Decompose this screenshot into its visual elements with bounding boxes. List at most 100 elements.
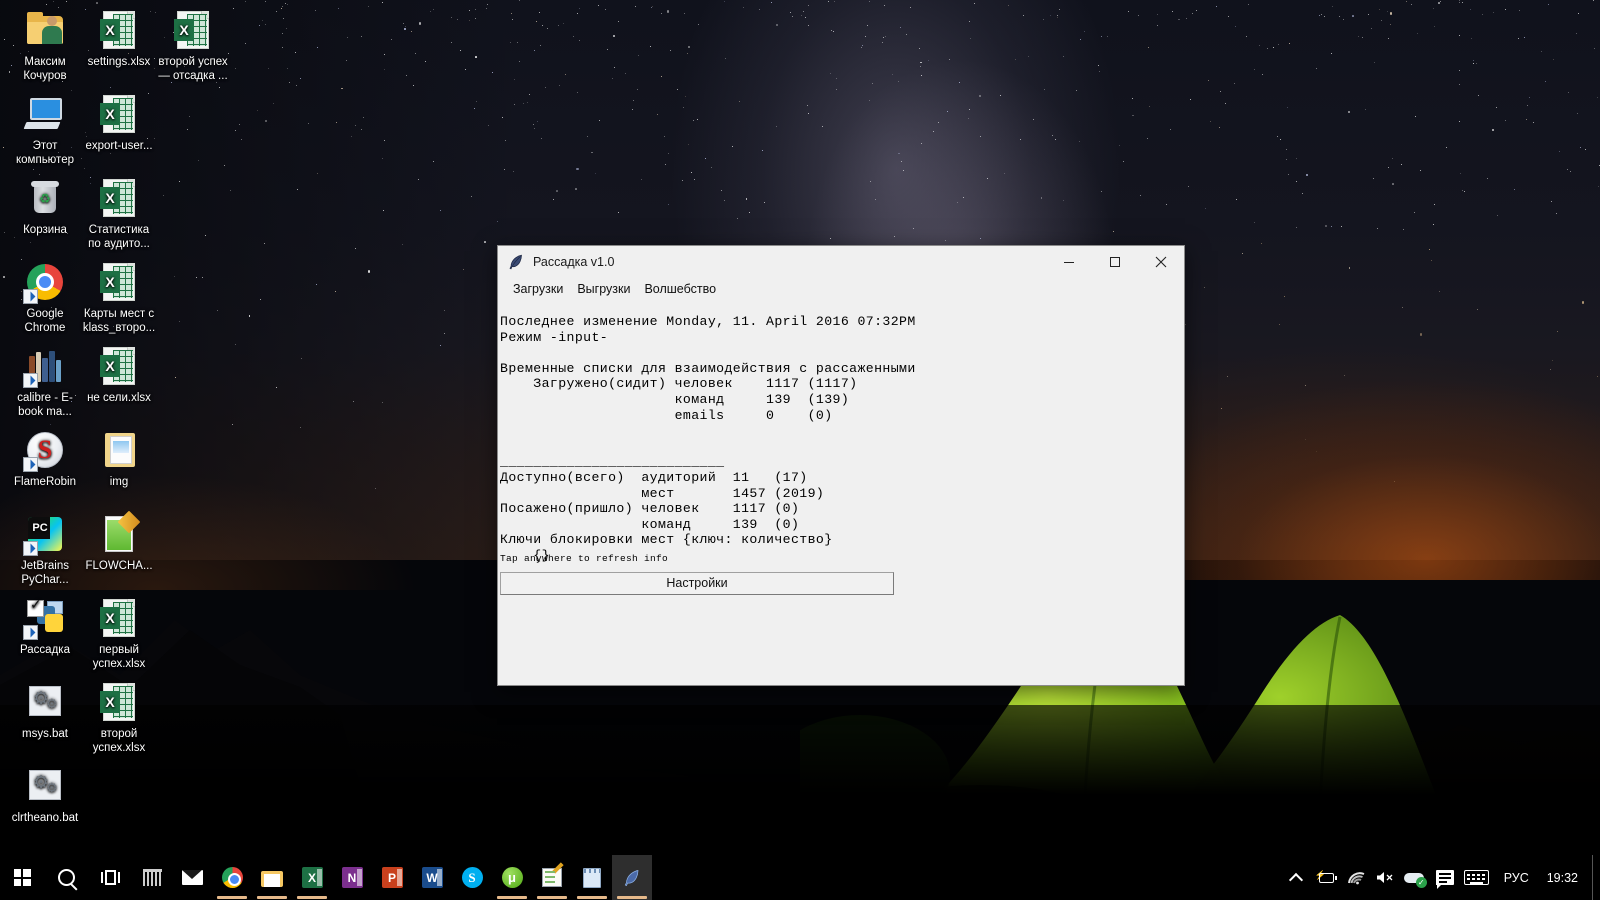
window-menubar: Загрузки Выгрузки Волшебство: [498, 278, 1184, 300]
language-indicator[interactable]: РУС: [1494, 855, 1539, 900]
taskbar-app-powerpoint[interactable]: P: [372, 855, 412, 900]
desktop-icon-2[interactable]: Xвторой успех — отсадка ...: [156, 8, 230, 83]
desktop-icon-10[interactable]: Xне сели.xlsx: [82, 344, 156, 406]
desktop-icon-9[interactable]: calibre - E-book ma...: [8, 344, 82, 419]
desktop-icon-4[interactable]: Xexport-user...: [82, 92, 156, 154]
desktop-icon-15[interactable]: Рассадка: [8, 596, 82, 658]
network-button[interactable]: [1342, 855, 1370, 900]
desktop-icon-label: Корзина: [23, 224, 67, 236]
desktop-icon-label: второй успех — отсадка ...: [158, 56, 228, 82]
desktop-icon-label: FLOWCHA...: [85, 560, 153, 572]
taskbar: X N P W S μ ⚡ ✓ РУС 19:32: [0, 855, 1600, 900]
file-explorer-icon: [261, 869, 283, 887]
chevron-up-icon: [1289, 871, 1303, 885]
taskbar-app-explorer[interactable]: [252, 855, 292, 900]
recycle-bin-icon: ♻: [23, 176, 67, 220]
shortcut-arrow-icon: [23, 541, 38, 556]
taskbar-app-notepadpp[interactable]: [532, 855, 572, 900]
shortcut-arrow-icon: [23, 289, 38, 304]
powerpoint-icon: P: [381, 867, 403, 888]
excel-file-icon: X: [97, 680, 141, 724]
menu-item-zagruzki[interactable]: Загрузки: [506, 281, 570, 297]
taskbar-app-chrome[interactable]: [212, 855, 252, 900]
menu-item-volshebstvo[interactable]: Волшебство: [637, 281, 723, 297]
taskbar-app-store[interactable]: [132, 855, 172, 900]
search-button[interactable]: [44, 855, 88, 900]
taskbar-app-rassadka[interactable]: [612, 855, 652, 900]
desktop-icon-label: Рассадка: [20, 644, 70, 656]
desktop-icon-1[interactable]: Xsettings.xlsx: [82, 8, 156, 70]
batch-file-icon: ⚙ ⚙: [23, 680, 67, 724]
desktop-icon-17[interactable]: ⚙ ⚙ msys.bat: [8, 680, 82, 742]
desktop-icon-label: Карты мест с klass_второ...: [82, 308, 156, 334]
desktop-icon-label: FlameRobin: [14, 476, 76, 488]
chrome-shortcut-icon: [23, 260, 67, 304]
desktop-icon-5[interactable]: ♻ Корзина: [8, 176, 82, 238]
notepadpp-icon: [542, 862, 564, 887]
taskbar-app-excel[interactable]: X: [292, 855, 332, 900]
touch-keyboard-button[interactable]: [1459, 855, 1494, 900]
volume-button[interactable]: [1370, 855, 1399, 900]
taskbar-app-word[interactable]: W: [412, 855, 452, 900]
taskbar-app-mail[interactable]: [172, 855, 212, 900]
word-icon: W: [421, 867, 443, 888]
utorrent-icon: μ: [501, 867, 523, 888]
action-center-button[interactable]: [1431, 855, 1459, 900]
desktop-icon-0[interactable]: Максим Кочуров: [8, 8, 82, 83]
wallpaper-foreground: [0, 705, 1600, 855]
show-hidden-icons-button[interactable]: [1282, 855, 1310, 900]
desktop-icon-7[interactable]: Google Chrome: [8, 260, 82, 335]
desktop-icon-label: первый успех.xlsx: [92, 644, 146, 670]
excel-file-icon: X: [97, 176, 141, 220]
taskbar-app-utorrent[interactable]: μ: [492, 855, 532, 900]
shortcut-arrow-icon: [23, 457, 38, 472]
desktop-icon-19[interactable]: ⚙ ⚙ clrtheano.bat: [8, 764, 82, 826]
taskbar-app-onenote[interactable]: N: [332, 855, 372, 900]
desktop-icon-3[interactable]: Этот компьютер: [8, 92, 82, 167]
battery-charging-icon: ⚡: [1315, 870, 1337, 885]
chrome-icon: [221, 867, 243, 888]
taskbar-app-skype[interactable]: S: [452, 855, 492, 900]
maximize-button[interactable]: [1092, 246, 1138, 278]
start-button[interactable]: [0, 855, 44, 900]
show-desktop-button[interactable]: [1592, 855, 1600, 900]
battery-button[interactable]: ⚡: [1310, 855, 1342, 900]
minimize-button[interactable]: [1046, 246, 1092, 278]
taskbar-app-notepad[interactable]: [572, 855, 612, 900]
settings-button[interactable]: Настройки: [500, 572, 894, 595]
desktop-icon-16[interactable]: Xпервый успех.xlsx: [82, 596, 156, 671]
skype-icon: S: [461, 867, 483, 888]
onedrive-button[interactable]: ✓: [1399, 855, 1431, 900]
desktop-icon-8[interactable]: X Карты мест с klass_второ...: [82, 260, 156, 335]
desktop-icon-label: export-user...: [85, 140, 153, 152]
excel-file-icon: X: [97, 260, 141, 304]
speaker-muted-icon: [1375, 870, 1394, 885]
clock[interactable]: 19:32: [1539, 855, 1592, 900]
task-view-button[interactable]: [88, 855, 132, 900]
desktop-icon-label: img: [109, 476, 129, 488]
onenote-icon: N: [341, 867, 363, 888]
excel-file-icon: X: [97, 92, 141, 136]
menu-item-vygruzki[interactable]: Выгрузки: [570, 281, 637, 297]
desktop-icon-label: Статистика по аудито...: [88, 224, 150, 250]
desktop-icon-14[interactable]: FLOWCHA...: [82, 510, 156, 574]
search-icon: [57, 869, 75, 886]
window-titlebar[interactable]: Рассадка v1.0: [498, 246, 1184, 278]
excel-file-icon: X: [97, 344, 141, 388]
desktop-icon-11[interactable]: S FlameRobin: [8, 428, 82, 490]
desktop-icon-18[interactable]: Xвторой успех.xlsx: [82, 680, 156, 755]
desktop-icon-label: не сели.xlsx: [87, 392, 151, 404]
excel-file-icon: X: [171, 8, 215, 52]
window-title: Рассадка v1.0: [533, 255, 615, 269]
window-body[interactable]: Последнее изменение Monday, 11. April 20…: [498, 300, 1184, 685]
desktop-icon-6[interactable]: X Статистика по аудито...: [82, 176, 156, 251]
desktop-icon-12[interactable]: img: [82, 428, 156, 490]
desktop-icon-13[interactable]: PC JetBrains PyChar...: [8, 512, 82, 587]
desktop-icon-label: Google Chrome: [24, 308, 66, 334]
close-button[interactable]: [1138, 246, 1184, 278]
desktop-icon-label: Этот компьютер: [16, 140, 74, 166]
system-tray: ⚡ ✓ РУС 19:32: [1282, 855, 1600, 900]
shortcut-arrow-icon: [23, 625, 38, 640]
task-view-icon: [100, 870, 120, 885]
pycharm-shortcut-icon: PC: [23, 512, 67, 556]
